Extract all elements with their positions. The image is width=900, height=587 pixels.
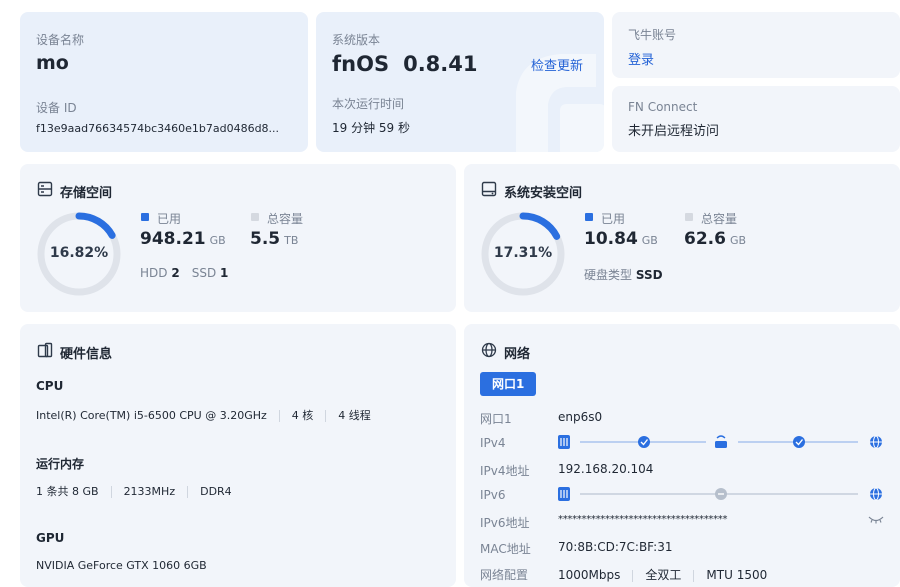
storage-usage-ring: 16.82% <box>36 211 122 297</box>
system-disk-usage-ring: 17.31% <box>480 211 566 297</box>
fn-connect-status: 未开启远程访问 <box>628 124 720 139</box>
fn-connect-card[interactable]: FN Connect 未开启远程访问 <box>612 86 900 152</box>
total-legend-dot <box>685 213 693 221</box>
storage-used-value: 948.21 GB <box>140 229 226 249</box>
ipv6-address-label: IPv6地址 <box>480 516 530 530</box>
system-disk-percent: 17.31% <box>493 245 553 261</box>
link-speed: 1000Mbps <box>558 568 621 582</box>
system-os-name: fnOS 0.8.41 <box>332 52 477 76</box>
network-card[interactable]: 网络 网口1 网口1 enp6s0 IPv4 IPv4地址 192.168.20… <box>464 324 900 587</box>
port-label: 网口1 <box>480 412 512 426</box>
network-title: 网络 <box>504 347 531 362</box>
system-disk-icon <box>481 181 497 197</box>
ipv6-label: IPv6 <box>480 488 506 502</box>
system-disk-used-label: 已用 <box>601 212 626 226</box>
ipv4-label: IPv4 <box>480 436 506 450</box>
mac-label: MAC地址 <box>480 542 531 556</box>
cpu-cores: 4 核 <box>291 409 314 422</box>
gpu-label: GPU <box>36 531 65 545</box>
globe-icon <box>481 342 497 358</box>
system-disk-total-label: 总容量 <box>701 212 738 226</box>
device-id-label: 设备 ID <box>36 101 77 115</box>
used-legend-dot <box>585 213 593 221</box>
system-version-label: 系统版本 <box>332 33 381 47</box>
check-update-link[interactable]: 检查更新 <box>531 55 583 74</box>
os-version: 0.8.41 <box>403 52 478 76</box>
storage-used-label: 已用 <box>157 212 182 226</box>
mac-value: 70:8B:CD:7C:BF:31 <box>558 540 673 554</box>
os-name: fnOS <box>332 52 390 76</box>
login-link[interactable]: 登录 <box>628 49 654 68</box>
memory-count: 1 条共 8 GB <box>36 485 99 498</box>
uptime-label: 本次运行时间 <box>332 97 405 111</box>
feiniu-account-label: 飞牛账号 <box>628 28 677 42</box>
cpu-threads: 4 线程 <box>338 409 371 422</box>
system-disk-used-value: 10.84 GB <box>584 229 658 249</box>
duplex-mode: 全双工 <box>645 568 682 582</box>
ipv4-connection-diagram <box>558 435 882 449</box>
used-legend-dot <box>141 213 149 221</box>
system-disk-title: 系统安装空间 <box>504 186 583 201</box>
cpu-model: Intel(R) Core(TM) i5-6500 CPU @ 3.20GHz <box>36 409 267 422</box>
system-disk-total-value: 62.6 GB <box>684 229 747 249</box>
ipv4-address-value: 192.168.20.104 <box>558 462 654 476</box>
storage-title: 存储空间 <box>60 186 113 201</box>
network-config-label: 网络配置 <box>480 568 529 582</box>
ipv6-address-value: ************************************ <box>558 514 728 525</box>
storage-total-value: 5.5 TB <box>250 229 299 249</box>
system-disk-type: 硬盘类型 SSD <box>584 268 663 282</box>
ipv4-address-label: IPv4地址 <box>480 464 530 478</box>
cpu-details: Intel(R) Core(TM) i5-6500 CPU @ 3.20GHz 4… <box>36 407 371 423</box>
fn-connect-label: FN Connect <box>628 100 698 114</box>
storage-card[interactable]: 存储空间 16.82% 已用 948.21 GB 总容量 5.5 TB HDD 2S… <box>20 164 456 312</box>
memory-label: 运行内存 <box>36 457 85 471</box>
network-config-value: 1000Mbps 全双工 MTU 1500 <box>558 566 767 583</box>
system-card: 系统版本 fnOS 0.8.41 检查更新 本次运行时间 19 分钟 59 秒 <box>316 12 604 152</box>
storage-icon <box>37 181 53 197</box>
memory-speed: 2133MHz <box>123 485 176 498</box>
memory-type: DDR4 <box>200 485 232 498</box>
storage-percent: 16.82% <box>49 245 109 261</box>
total-legend-dot <box>251 213 259 221</box>
device-card: 设备名称 mo 设备 ID f13e9aad76634574bc3460e1b7… <box>20 12 308 152</box>
hardware-title: 硬件信息 <box>60 347 113 362</box>
hardware-card[interactable]: 硬件信息 CPU Intel(R) Core(TM) i5-6500 CPU @… <box>20 324 456 587</box>
device-name-label: 设备名称 <box>36 33 85 47</box>
uptime-value: 19 分钟 59 秒 <box>332 121 410 135</box>
device-id: f13e9aad76634574bc3460e1b7ad0486d8... <box>36 122 280 135</box>
system-disk-card[interactable]: 系统安装空间 17.31% 已用 10.84 GB 总容量 62.6 GB 硬盘类型… <box>464 164 900 312</box>
eye-closed-icon[interactable] <box>868 514 884 526</box>
feiniu-account-card: 飞牛账号 登录 <box>612 12 900 78</box>
port-value: enp6s0 <box>558 410 603 424</box>
memory-details: 1 条共 8 GB 2133MHz DDR4 <box>36 483 232 499</box>
hardware-icon <box>37 342 53 358</box>
storage-total-label: 总容量 <box>267 212 304 226</box>
device-name: mo <box>36 52 69 74</box>
cpu-label: CPU <box>36 379 64 393</box>
tab-port1[interactable]: 网口1 <box>480 372 537 396</box>
mtu-value: MTU 1500 <box>706 568 768 582</box>
fnos-watermark-icon <box>516 54 604 152</box>
ipv6-connection-diagram <box>558 487 882 501</box>
gpu-model: NVIDIA GeForce GTX 1060 6GB <box>36 559 207 572</box>
storage-disk-counts: HDD 2 SSD 1 <box>140 266 229 280</box>
